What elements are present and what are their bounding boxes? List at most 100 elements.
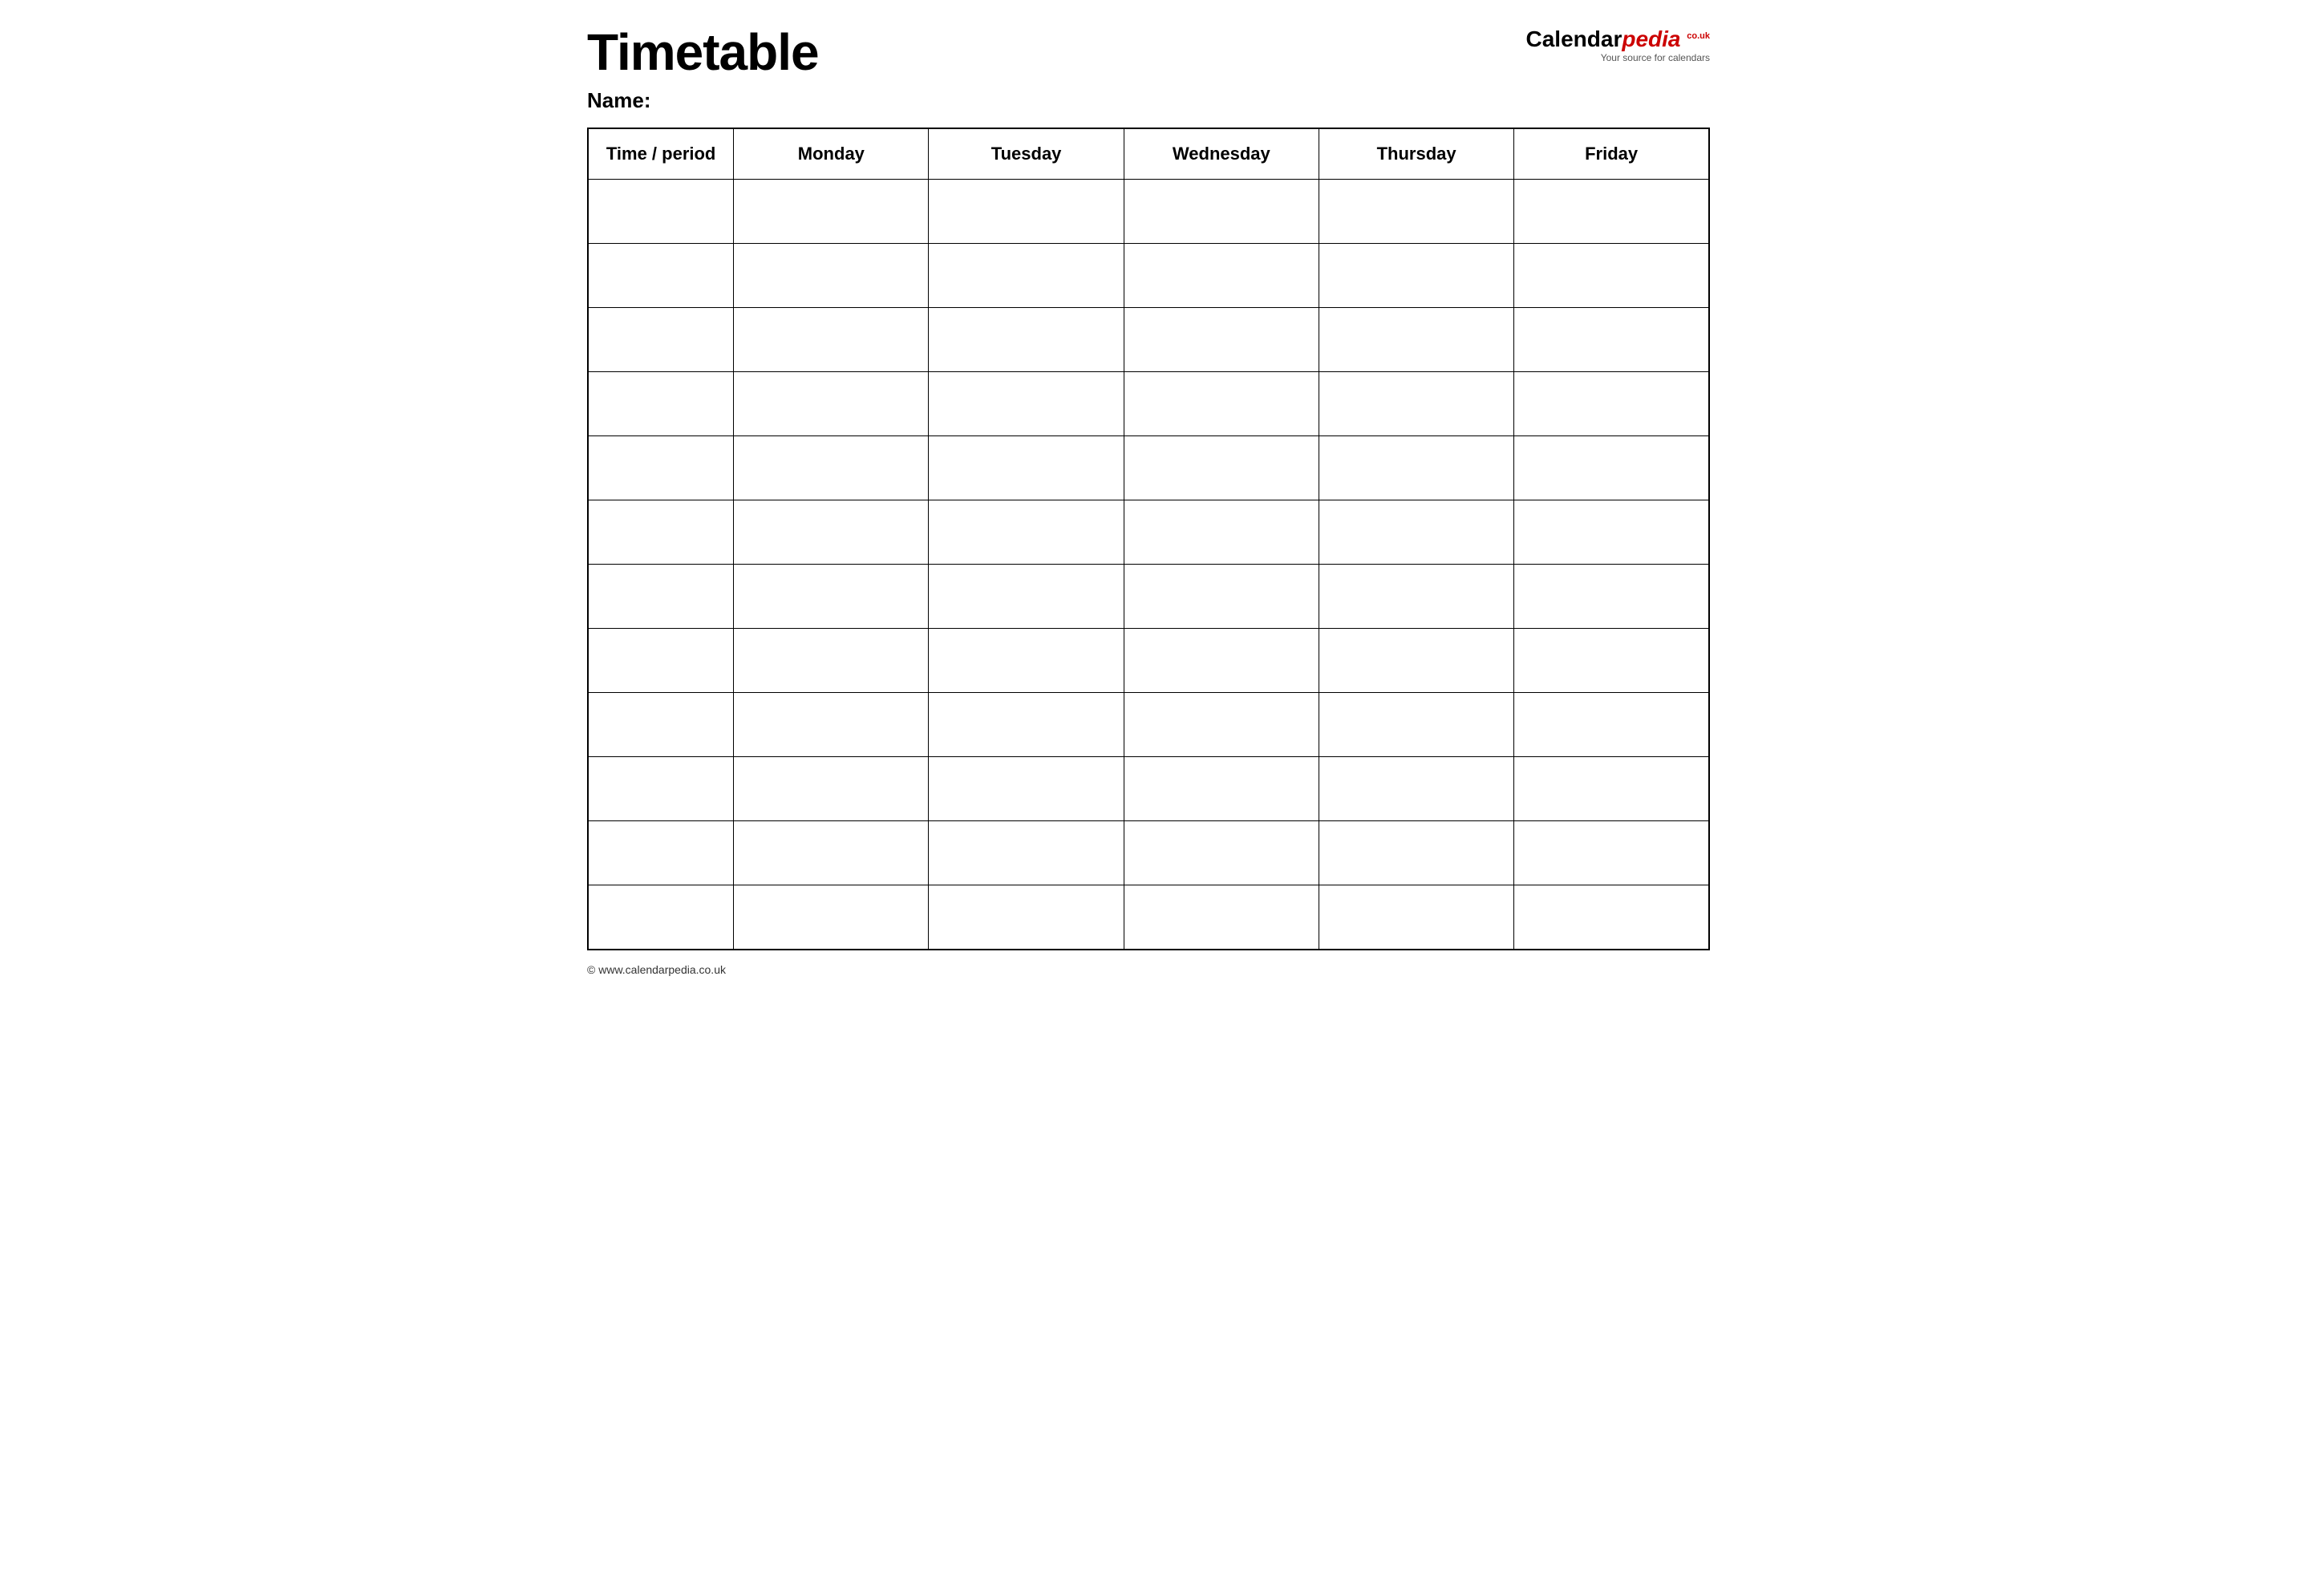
header-monday: Monday: [734, 128, 929, 180]
header-wednesday: Wednesday: [1124, 128, 1319, 180]
day-cell[interactable]: [1514, 436, 1709, 500]
day-cell[interactable]: [1514, 180, 1709, 244]
day-cell[interactable]: [734, 565, 929, 629]
day-cell[interactable]: [1319, 565, 1513, 629]
header-section: Timetable Calendarpedia co.uk Your sourc…: [587, 24, 1710, 80]
day-cell[interactable]: [1124, 885, 1319, 950]
day-cell[interactable]: [929, 757, 1124, 821]
day-cell[interactable]: [929, 244, 1124, 308]
day-cell[interactable]: [1319, 757, 1513, 821]
title-area: Timetable: [587, 24, 819, 80]
day-cell[interactable]: [734, 821, 929, 885]
logo-calendar: Calendar: [1526, 26, 1622, 51]
time-cell[interactable]: [588, 757, 734, 821]
logo-tagline: Your source for calendars: [1601, 52, 1710, 63]
day-cell[interactable]: [734, 885, 929, 950]
day-cell[interactable]: [734, 629, 929, 693]
time-cell[interactable]: [588, 372, 734, 436]
day-cell[interactable]: [1124, 693, 1319, 757]
day-cell[interactable]: [1124, 629, 1319, 693]
day-cell[interactable]: [929, 436, 1124, 500]
day-cell[interactable]: [1319, 436, 1513, 500]
time-cell[interactable]: [588, 565, 734, 629]
day-cell[interactable]: [1319, 244, 1513, 308]
time-cell[interactable]: [588, 500, 734, 565]
timetable: Time / period Monday Tuesday Wednesday T…: [587, 128, 1710, 950]
day-cell[interactable]: [1319, 372, 1513, 436]
table-row: [588, 757, 1709, 821]
day-cell[interactable]: [734, 180, 929, 244]
day-cell[interactable]: [1514, 372, 1709, 436]
day-cell[interactable]: [734, 693, 929, 757]
day-cell[interactable]: [1319, 693, 1513, 757]
footer-url: www.calendarpedia.co.uk: [598, 963, 726, 976]
day-cell[interactable]: [1124, 372, 1319, 436]
day-cell[interactable]: [1124, 308, 1319, 372]
day-cell[interactable]: [929, 821, 1124, 885]
table-row: [588, 693, 1709, 757]
time-cell[interactable]: [588, 308, 734, 372]
day-cell[interactable]: [1124, 500, 1319, 565]
table-row: [588, 436, 1709, 500]
day-cell[interactable]: [734, 500, 929, 565]
day-cell[interactable]: [734, 308, 929, 372]
time-cell[interactable]: [588, 821, 734, 885]
header-time: Time / period: [588, 128, 734, 180]
day-cell[interactable]: [1124, 244, 1319, 308]
table-row: [588, 180, 1709, 244]
day-cell[interactable]: [1319, 308, 1513, 372]
day-cell[interactable]: [1124, 757, 1319, 821]
timetable-body: [588, 180, 1709, 950]
time-cell[interactable]: [588, 885, 734, 950]
day-cell[interactable]: [929, 885, 1124, 950]
day-cell[interactable]: [1514, 244, 1709, 308]
table-row: [588, 244, 1709, 308]
day-cell[interactable]: [1124, 180, 1319, 244]
page-title: Timetable: [587, 24, 819, 80]
day-cell[interactable]: [929, 629, 1124, 693]
time-cell[interactable]: [588, 244, 734, 308]
time-cell[interactable]: [588, 629, 734, 693]
day-cell[interactable]: [1514, 308, 1709, 372]
day-cell[interactable]: [929, 693, 1124, 757]
day-cell[interactable]: [1514, 565, 1709, 629]
header-tuesday: Tuesday: [929, 128, 1124, 180]
footer: © www.calendarpedia.co.uk: [587, 963, 1710, 976]
name-label: Name:: [587, 88, 650, 112]
time-cell[interactable]: [588, 180, 734, 244]
day-cell[interactable]: [929, 500, 1124, 565]
day-cell[interactable]: [1514, 885, 1709, 950]
time-cell[interactable]: [588, 693, 734, 757]
day-cell[interactable]: [734, 436, 929, 500]
day-cell[interactable]: [1514, 500, 1709, 565]
day-cell[interactable]: [929, 180, 1124, 244]
name-row: Name:: [587, 88, 1710, 113]
day-cell[interactable]: [734, 244, 929, 308]
time-cell[interactable]: [588, 436, 734, 500]
day-cell[interactable]: [1124, 821, 1319, 885]
day-cell[interactable]: [1124, 565, 1319, 629]
day-cell[interactable]: [1319, 629, 1513, 693]
header-thursday: Thursday: [1319, 128, 1513, 180]
logo-area: Calendarpedia co.uk Your source for cale…: [1526, 28, 1710, 63]
day-cell[interactable]: [734, 372, 929, 436]
day-cell[interactable]: [1319, 821, 1513, 885]
day-cell[interactable]: [734, 757, 929, 821]
logo-pedia: pedia: [1622, 26, 1680, 51]
day-cell[interactable]: [929, 308, 1124, 372]
day-cell[interactable]: [1514, 757, 1709, 821]
page-wrapper: Timetable Calendarpedia co.uk Your sourc…: [587, 24, 1710, 976]
table-row: [588, 629, 1709, 693]
day-cell[interactable]: [929, 565, 1124, 629]
table-header-row: Time / period Monday Tuesday Wednesday T…: [588, 128, 1709, 180]
day-cell[interactable]: [1319, 885, 1513, 950]
day-cell[interactable]: [1124, 436, 1319, 500]
table-row: [588, 565, 1709, 629]
day-cell[interactable]: [1319, 500, 1513, 565]
day-cell[interactable]: [1514, 693, 1709, 757]
day-cell[interactable]: [929, 372, 1124, 436]
header-friday: Friday: [1514, 128, 1709, 180]
day-cell[interactable]: [1319, 180, 1513, 244]
day-cell[interactable]: [1514, 821, 1709, 885]
day-cell[interactable]: [1514, 629, 1709, 693]
